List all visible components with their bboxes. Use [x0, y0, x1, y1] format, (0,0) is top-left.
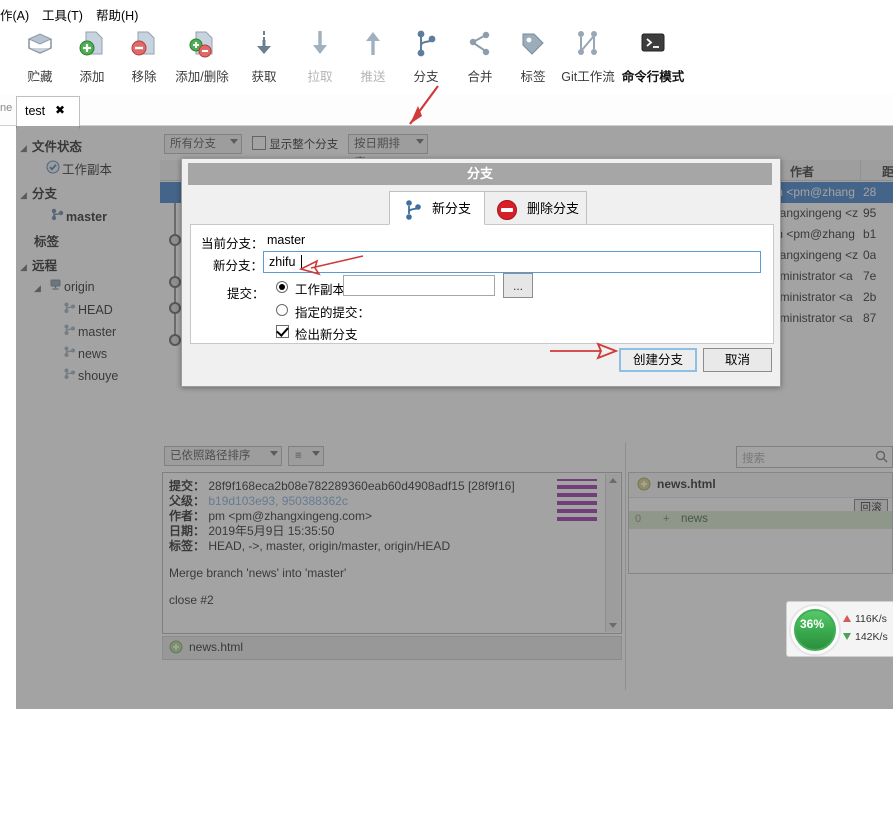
- current-branch-label: 当前分支：: [201, 237, 264, 251]
- tab-new-branch[interactable]: 新分支: [389, 191, 485, 225]
- modal-overlay-left: [16, 126, 160, 709]
- toolbar-button-console[interactable]: 命令行模式: [614, 28, 692, 92]
- close-icon[interactable]: ✖: [55, 103, 65, 117]
- tab-clipped-label: ne: [0, 102, 13, 114]
- menu-bar: 作(A) 工具(T) 帮助(H): [0, 0, 893, 26]
- arrow-down-icon: [843, 633, 851, 640]
- add-remove-icon: [164, 28, 240, 66]
- annotation-arrow-create-button: [550, 342, 619, 360]
- tab-test[interactable]: test ✖: [16, 96, 80, 129]
- upload-speed: 116K/s: [855, 613, 887, 625]
- toolbar-button-add-remove[interactable]: 添加/删除: [164, 28, 240, 92]
- create-branch-button[interactable]: 创建分支: [619, 348, 697, 372]
- new-branch-value: zhifu: [269, 255, 296, 269]
- left-margin: [0, 252, 16, 835]
- tab-delete-branch[interactable]: 删除分支: [484, 191, 587, 225]
- new-branch-label: 新分支：: [213, 259, 264, 273]
- tab-delete-branch-label: 删除分支: [527, 201, 580, 216]
- branch-dialog: 分支 新分支 删除分支 当前分支： master 新分支： zhifu 提交： …: [181, 158, 781, 387]
- dialog-panel: 当前分支： master 新分支： zhifu 提交： 工作副本原本 指定的提交…: [190, 224, 774, 344]
- browse-commit-button[interactable]: ...: [503, 273, 533, 298]
- radio-specified-commit[interactable]: [276, 304, 288, 316]
- menu-item-file[interactable]: 作(A): [0, 5, 29, 24]
- dialog-tabs: 新分支 删除分支: [182, 187, 780, 225]
- toolbar-label-console: 命令行模式: [621, 70, 685, 84]
- checkout-new-branch-label[interactable]: 检出新分支: [295, 324, 358, 343]
- menu-item-help[interactable]: 帮助(H): [96, 5, 138, 24]
- main-toolbar: 贮藏 添加 移除 添加/删除 获取 拉取 推送 分支 合并 标签 Git工作流 …: [0, 26, 893, 95]
- download-speed-widget[interactable]: 36% 116K/s 142K/s: [786, 601, 893, 657]
- checkbox-checkout-new-branch[interactable]: [276, 325, 289, 338]
- commit-source-label: 提交：: [227, 287, 265, 301]
- fetch-icon: [232, 28, 296, 66]
- progress-percent: 36%: [799, 617, 825, 631]
- radio-working-copy[interactable]: [276, 281, 288, 293]
- cancel-button[interactable]: 取消: [703, 348, 772, 372]
- specified-commit-input[interactable]: [343, 275, 495, 296]
- radio-specified-commit-label[interactable]: 指定的提交：: [295, 302, 370, 321]
- dialog-title: 分支: [188, 163, 772, 185]
- current-branch-value: master: [267, 233, 306, 247]
- branch-icon: [402, 199, 424, 233]
- arrow-up-icon: [843, 615, 851, 622]
- tab-strip: ne: [0, 94, 893, 126]
- progress-ring: 36%: [789, 604, 841, 656]
- tab-new-branch-label: 新分支: [432, 201, 472, 216]
- toolbar-label-add-remove: 添加/删除: [175, 70, 229, 84]
- console-icon: [614, 28, 692, 66]
- annotation-arrow-new-branch-input: [298, 255, 364, 276]
- menu-item-tools[interactable]: 工具(T): [42, 5, 83, 24]
- download-speed: 142K/s: [855, 631, 888, 643]
- toolbar-label-fetch: 获取: [251, 70, 277, 84]
- tab-test-label: test: [25, 104, 46, 118]
- annotation-arrow-branch: [409, 85, 439, 125]
- toolbar-button-fetch[interactable]: 获取: [232, 28, 296, 92]
